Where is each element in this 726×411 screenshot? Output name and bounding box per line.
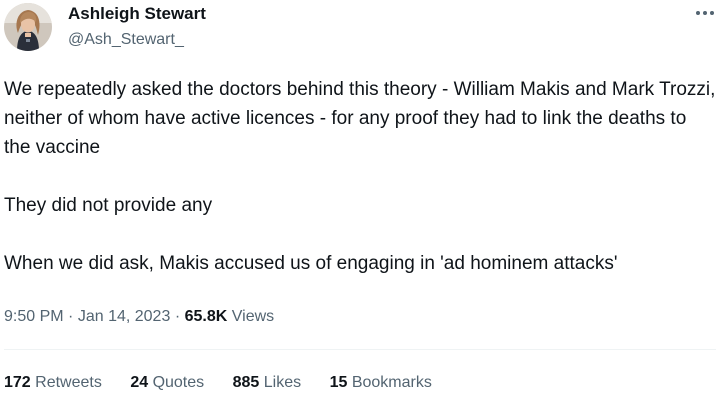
views-link[interactable]: 65.8K Views	[185, 308, 275, 325]
stats-divider	[4, 349, 716, 350]
tweet-text: We repeatedly asked the doctors behind t…	[4, 75, 716, 278]
retweets-stat[interactable]: 172 Retweets	[4, 372, 102, 394]
meta-separator: ·	[174, 308, 181, 325]
stat-count: 172	[4, 374, 31, 391]
profile-photo-icon	[4, 3, 52, 51]
bookmarks-stat[interactable]: 15 Bookmarks	[330, 372, 432, 394]
tweet-card: Ashleigh Stewart @Ash_Stewart_ We repeat…	[0, 0, 726, 411]
stat-count: 15	[329, 374, 348, 391]
tweet-paragraph: We repeatedly asked the doctors behind t…	[4, 79, 716, 158]
more-options-button[interactable]	[692, 4, 718, 22]
stat-count: 885	[232, 374, 260, 391]
likes-stat[interactable]: 885 Likes	[233, 372, 302, 394]
author-handle[interactable]: @Ash_Stewart_	[68, 29, 206, 51]
stat-label: Likes	[263, 374, 302, 391]
tweet-paragraph: They did not provide any	[4, 195, 213, 216]
author-display-name[interactable]: Ashleigh Stewart	[68, 3, 206, 25]
stat-label: Retweets	[35, 374, 102, 391]
stat-count: 24	[130, 374, 149, 391]
stat-label: Quotes	[152, 374, 205, 391]
stat-label: Bookmarks	[351, 374, 432, 391]
tweet-stats: 172 Retweets 24 Quotes 885 Likes 15 Book…	[4, 372, 456, 394]
tweet-meta: 9:50 PM · Jan 14, 2023 · 65.8K Views	[4, 306, 274, 328]
more-horizontal-icon	[696, 11, 714, 15]
meta-separator: ·	[68, 308, 74, 325]
views-count: 65.8K	[184, 308, 228, 325]
author-avatar[interactable]	[4, 3, 52, 51]
tweet-paragraph: When we did ask, Makis accused us of eng…	[4, 253, 618, 274]
views-label: Views	[231, 308, 275, 325]
author-names: Ashleigh Stewart @Ash_Stewart_	[68, 3, 206, 51]
tweet-header: Ashleigh Stewart @Ash_Stewart_	[0, 0, 726, 62]
tweet-timestamp-link[interactable]: 9:50 PM · Jan 14, 2023	[4, 308, 170, 325]
tweet-time: 9:50 PM	[4, 308, 64, 325]
tweet-date: Jan 14, 2023	[77, 308, 171, 325]
quotes-stat[interactable]: 24 Quotes	[130, 372, 204, 394]
